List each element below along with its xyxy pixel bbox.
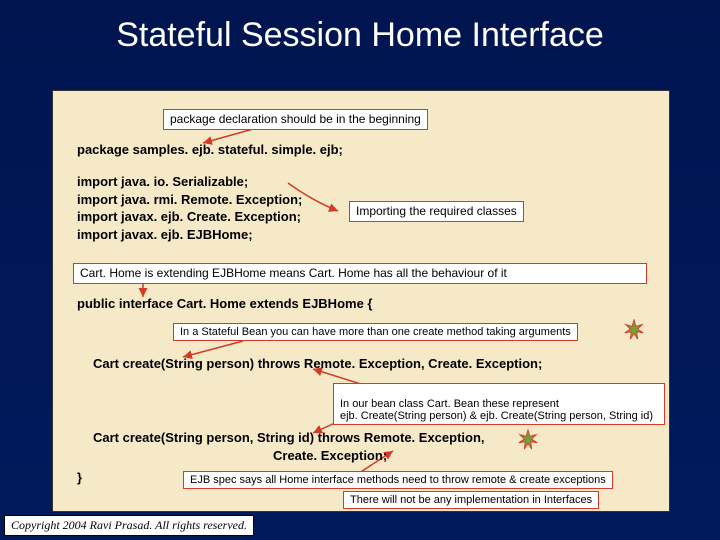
callout-text: Cart. Home is extending EJBHome means Ca…: [80, 266, 507, 280]
callout-bean-represent: In our bean class Cart. Bean these repre…: [333, 383, 665, 425]
callout-no-implementation: There will not be any implementation in …: [343, 491, 599, 509]
callout-text: In our bean class Cart. Bean these repre…: [340, 398, 653, 422]
code-package-line: package samples. ejb. stateful. simple. …: [77, 141, 343, 159]
code-create-1: Cart create(String person) throws Remote…: [93, 355, 542, 373]
slide-title: Stateful Session Home Interface: [0, 16, 720, 55]
code-public-interface: public interface Cart. Home extends EJBH…: [77, 295, 372, 313]
copyright-label: Copyright 2004 Ravi Prasad. All rights r…: [4, 515, 254, 536]
callout-text: Importing the required classes: [356, 204, 517, 218]
code-close-brace: }: [77, 469, 82, 487]
callout-text: package declaration should be in the beg…: [170, 112, 421, 126]
callout-import-classes: Importing the required classes: [349, 201, 524, 222]
star-icon: [517, 429, 539, 451]
slide: Stateful Session Home Interface: [0, 0, 720, 540]
code-imports: import java. io. Serializable; import ja…: [77, 173, 302, 243]
code-panel: package declaration should be in the beg…: [52, 90, 670, 512]
callout-carthome-extends: Cart. Home is extending EJBHome means Ca…: [73, 263, 647, 284]
star-icon: [623, 319, 645, 341]
code-create-2a: Cart create(String person, String id) th…: [93, 429, 485, 447]
callout-text: There will not be any implementation in …: [350, 494, 592, 506]
callout-text: In a Stateful Bean you can have more tha…: [180, 326, 571, 338]
callout-text: EJB spec says all Home interface methods…: [190, 474, 606, 486]
code-create-2b: Create. Exception;: [273, 447, 387, 465]
callout-stateful-create: In a Stateful Bean you can have more tha…: [173, 323, 578, 341]
callout-ejb-spec: EJB spec says all Home interface methods…: [183, 471, 613, 489]
callout-pkg-declaration: package declaration should be in the beg…: [163, 109, 428, 130]
